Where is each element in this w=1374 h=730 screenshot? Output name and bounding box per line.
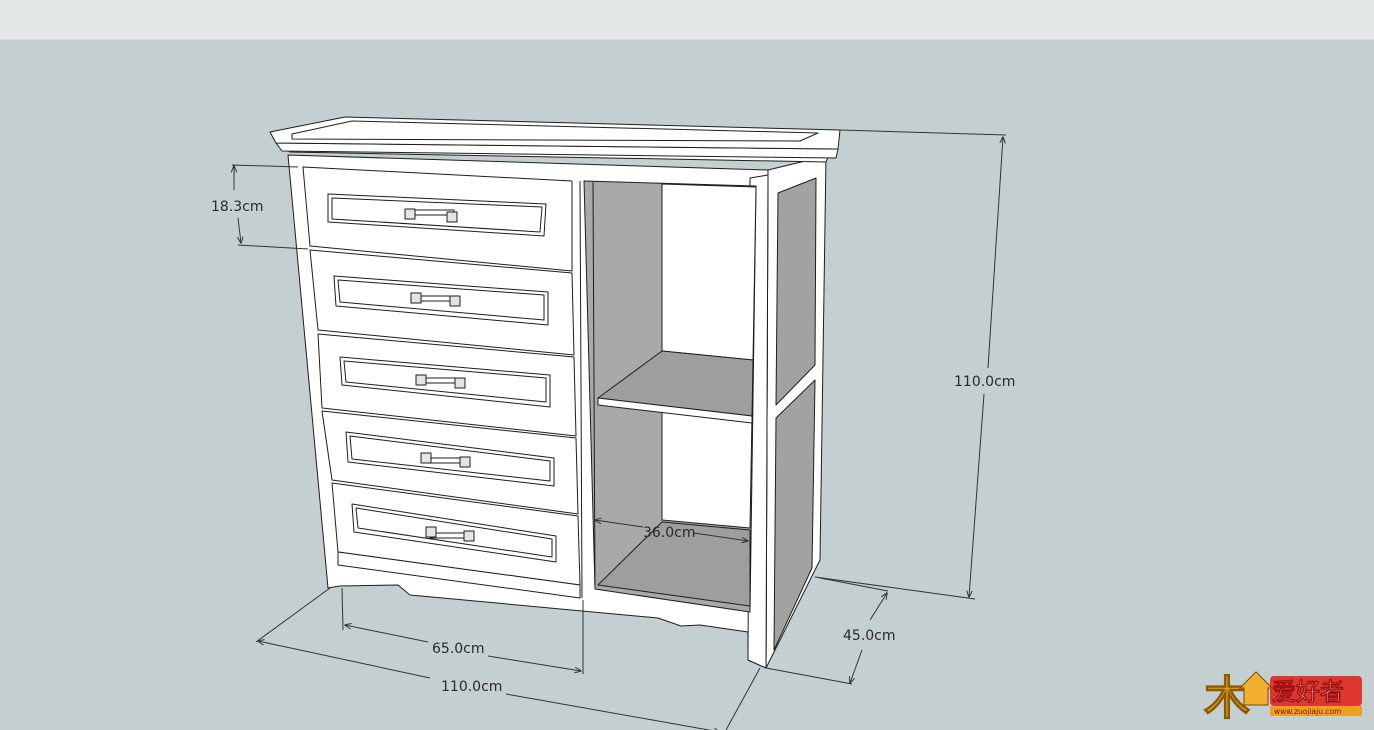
dim-drawer-height: 18.3cm: [211, 199, 264, 215]
dim-shelf-width: 36.0cm: [643, 525, 696, 541]
logo-url: www.zuojiaju.com: [1274, 707, 1341, 716]
dim-total-height: 110.0cm: [954, 374, 1015, 390]
logo-glyph: 木: [1204, 671, 1250, 725]
furniture-drawing: 18.3cm 110.0cm 36.0cm 65.0cm 110.0cm 45.…: [211, 116, 1362, 730]
logo-text: 爱好者: [1272, 678, 1344, 706]
shelf-back-upper: [661, 183, 757, 361]
site-logo: 木 爱好者 www.zuojiaju.com: [1204, 671, 1362, 726]
shelf-back-lower: [661, 405, 753, 529]
cabinet: [269, 116, 841, 669]
dim-drawer-width: 65.0cm: [432, 641, 485, 657]
dim-total-width: 110.0cm: [441, 679, 502, 695]
dim-depth: 45.0cm: [843, 628, 896, 644]
